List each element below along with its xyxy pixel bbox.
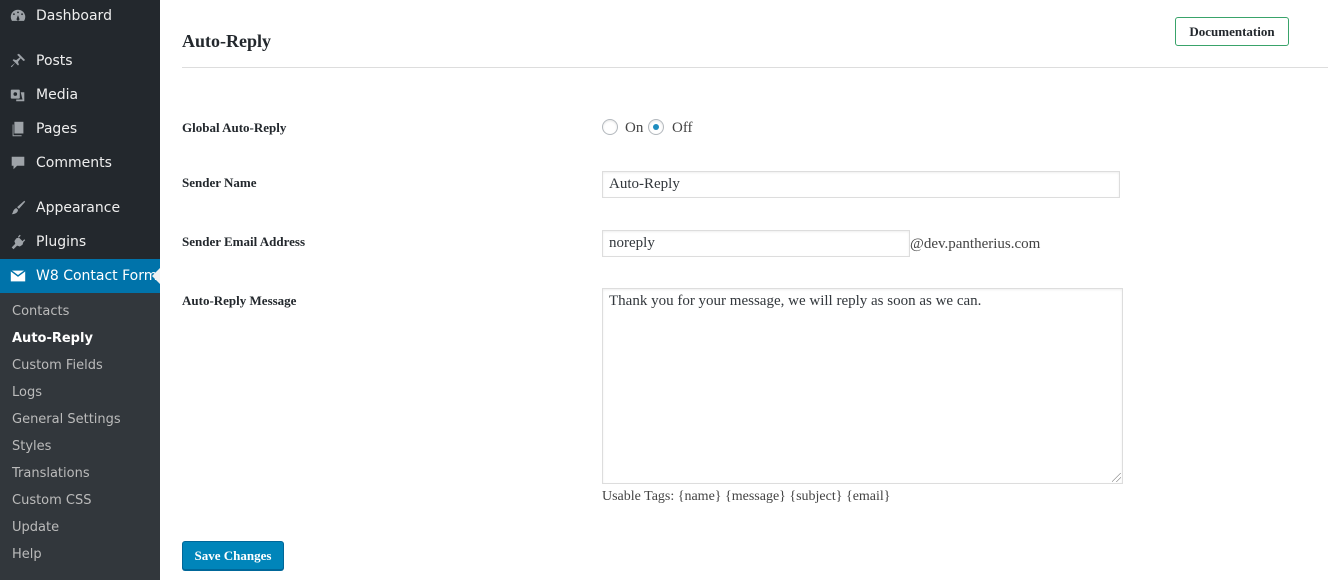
plug-icon xyxy=(8,232,28,252)
save-changes-button[interactable]: Save Changes xyxy=(182,541,284,570)
submenu-auto-reply[interactable]: Auto-Reply xyxy=(12,331,93,346)
menu-label: W8 Contact Form xyxy=(36,268,158,284)
submenu-styles[interactable]: Styles xyxy=(12,439,51,454)
comment-icon xyxy=(8,153,28,173)
envelope-icon xyxy=(8,266,28,286)
submenu-contacts[interactable]: Contacts xyxy=(12,304,69,319)
sender-name-input[interactable]: Auto-Reply xyxy=(602,171,1120,198)
submenu-help[interactable]: Help xyxy=(12,547,42,562)
menu-label: Dashboard xyxy=(36,8,112,24)
auto-reply-message-label: Auto-Reply Message xyxy=(182,293,297,308)
message-text: Thank you for your message, we will repl… xyxy=(609,293,982,309)
menu-item-posts[interactable]: Posts xyxy=(0,44,160,78)
plugin-submenu: Contacts Auto-Reply Custom Fields Logs G… xyxy=(0,293,160,580)
menu-label: Media xyxy=(36,87,79,103)
submenu-translations[interactable]: Translations xyxy=(12,466,90,481)
sender-name-label: Sender Name xyxy=(182,175,257,190)
submenu-general-settings[interactable]: General Settings xyxy=(12,412,121,427)
menu-item-comments[interactable]: Comments xyxy=(0,146,160,180)
submenu-custom-css[interactable]: Custom CSS xyxy=(12,493,92,508)
menu-item-appearance[interactable]: Appearance xyxy=(0,191,160,225)
sender-email-label: Sender Email Address xyxy=(182,234,306,249)
brush-icon xyxy=(8,198,28,218)
radio-on-label: On xyxy=(625,120,644,136)
global-auto-reply-label: Global Auto-Reply xyxy=(182,120,287,135)
menu-item-w8-contact-form[interactable]: W8 Contact Form xyxy=(0,259,160,293)
radio-off-label: Off xyxy=(672,120,693,136)
page-title: Auto-Reply xyxy=(182,31,271,51)
usable-tags-hint: Usable Tags: {name} {message} {subject} … xyxy=(602,489,891,504)
submenu-custom-fields[interactable]: Custom Fields xyxy=(12,358,103,373)
media-icon xyxy=(8,85,28,105)
menu-item-plugins[interactable]: Plugins xyxy=(0,225,160,259)
submenu-update[interactable]: Update xyxy=(12,520,59,535)
menu-label: Plugins xyxy=(36,234,87,250)
submenu-logs[interactable]: Logs xyxy=(12,385,42,400)
pin-icon xyxy=(8,51,28,71)
menu-label: Posts xyxy=(36,53,73,69)
menu-label: Pages xyxy=(36,121,78,137)
radio-on[interactable] xyxy=(602,119,618,135)
menu-label: Appearance xyxy=(36,200,121,216)
admin-sidebar: Dashboard Posts Media Pages Comments App… xyxy=(0,0,160,580)
menu-item-dashboard[interactable]: Dashboard xyxy=(0,0,160,33)
documentation-button[interactable]: Documentation xyxy=(1175,17,1289,46)
sender-email-input[interactable]: noreply xyxy=(602,230,910,257)
menu-item-media[interactable]: Media xyxy=(0,78,160,112)
auto-reply-message-textarea[interactable]: Thank you for your message, we will repl… xyxy=(602,288,1123,484)
menu-item-pages[interactable]: Pages xyxy=(0,112,160,146)
header-divider xyxy=(182,67,1328,68)
resize-grip-icon[interactable] xyxy=(1112,473,1121,482)
radio-off[interactable] xyxy=(648,119,664,135)
menu-label: Comments xyxy=(36,155,112,171)
dashboard-icon xyxy=(8,6,28,26)
pages-icon xyxy=(8,119,28,139)
email-domain-suffix: @dev.pantherius.com xyxy=(910,236,1041,252)
